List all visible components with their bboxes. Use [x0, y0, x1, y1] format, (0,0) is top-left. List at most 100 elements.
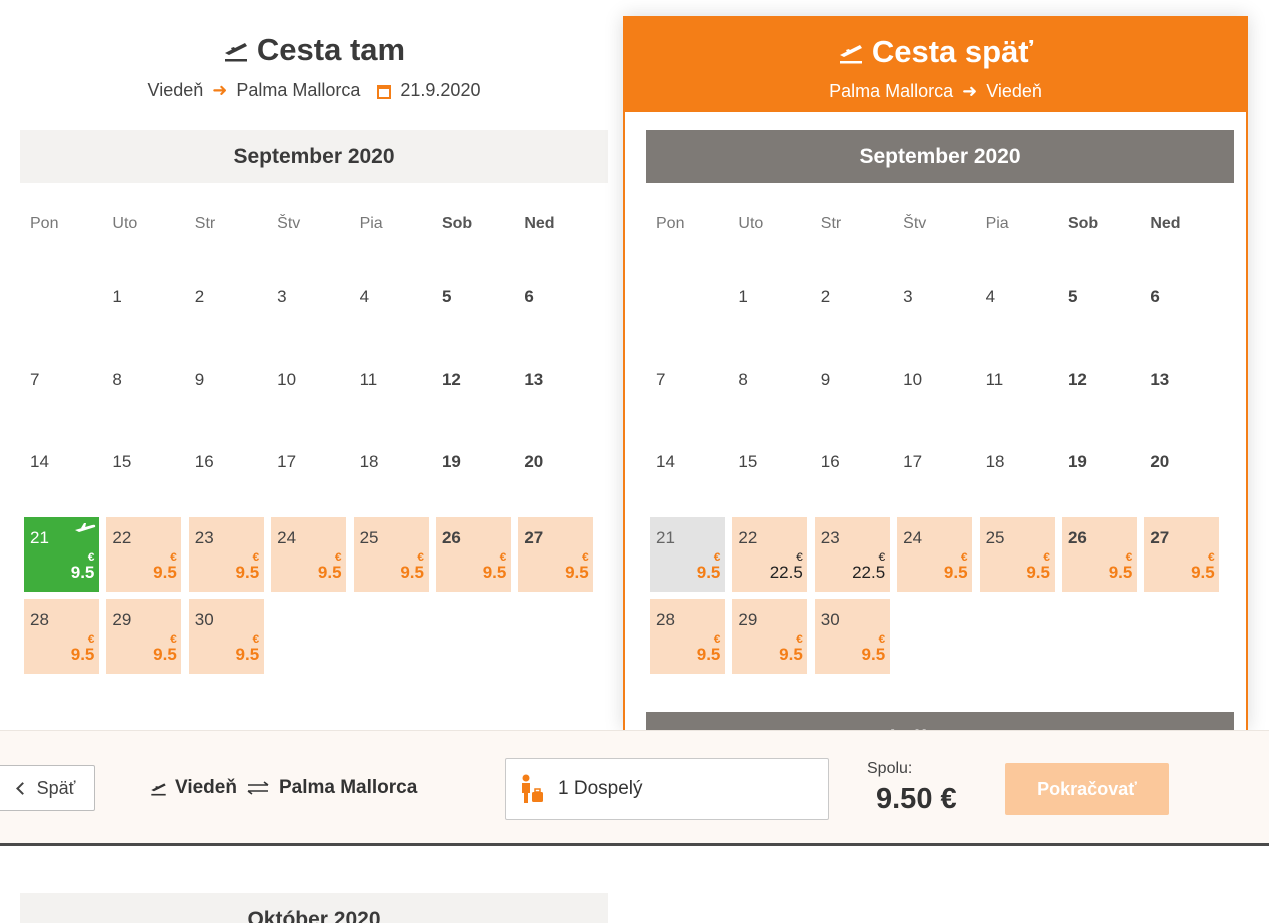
price-day-cell[interactable]: 29 € 9.5 — [728, 595, 810, 678]
day-number: 14 — [30, 452, 49, 471]
back-button[interactable]: Späť — [0, 765, 95, 811]
day-cell: 20 — [514, 430, 596, 513]
price: 9.5 — [400, 562, 424, 582]
weekday-label: Sob — [1067, 215, 1099, 232]
day-cell: 20 — [1140, 430, 1222, 513]
plane-icon — [75, 522, 96, 532]
day-number: 12 — [441, 369, 461, 389]
price-day-cell[interactable]: 28 € 9.5 — [646, 595, 728, 678]
price-day-cell[interactable]: 27 € 9.5 — [514, 513, 596, 596]
day-number: 30 — [194, 610, 214, 629]
day-number: 7 — [30, 369, 40, 389]
price: 9.5 — [317, 562, 342, 582]
day-number: 18 — [985, 452, 1005, 471]
price: 9.5 — [943, 562, 968, 582]
day-number: 15 — [112, 452, 132, 471]
day-cell: 19 — [432, 430, 514, 513]
price: 9.5 — [779, 645, 803, 664]
weekday-label: Sob — [441, 215, 473, 232]
calendar-week: 1 2 3 4 5 6 — [646, 265, 1234, 348]
weekday-label: Pon — [30, 215, 59, 232]
weekday-label: Str — [194, 215, 216, 232]
price-day-cell[interactable]: 30 € 9.5 — [185, 595, 267, 678]
price-day-cell[interactable]: 25 € 9.5 — [976, 513, 1058, 596]
calendar-week: 21 € 9.5 22 € 22.5 23 € 22.5 24 € 9.5 25… — [646, 513, 1234, 596]
day-cell: 19 — [1058, 430, 1140, 513]
day-cell: 6 — [514, 265, 596, 348]
day-cell: 10 — [267, 348, 349, 431]
day-number: 19 — [1067, 452, 1087, 471]
day-cell: 8 — [102, 348, 184, 431]
outbound-title: Cesta tam — [223, 32, 405, 68]
passengers-selector[interactable]: 1 Dospelý — [505, 758, 829, 820]
departure-plane-icon — [151, 783, 166, 796]
day-number: 12 — [1067, 369, 1087, 389]
inbound-route: Palma Mallorca ➜ Viedeň — [829, 81, 1042, 102]
weekday-label: Ned — [1150, 215, 1181, 232]
currency: € — [878, 632, 886, 646]
price-day-cell[interactable]: 22 € 22.5 — [728, 513, 810, 596]
price-day-cell[interactable]: 29 € 9.5 — [102, 595, 184, 678]
day-cell: 2 — [185, 265, 267, 348]
day-number: 2 — [194, 287, 205, 306]
price: 22.5 — [852, 562, 886, 582]
day-number: 23 — [194, 527, 214, 547]
price-day-cell[interactable]: 28 € 9.5 — [20, 595, 102, 678]
day-number: 14 — [656, 452, 675, 471]
weekday-label: Pon — [656, 215, 685, 232]
booking-footer: Späť Viedeň Palma Mallorca 1 Dospelý Spo… — [0, 730, 1269, 846]
day-cell: 18 — [350, 430, 432, 513]
price-day-cell[interactable]: 24 € 9.5 — [267, 513, 349, 596]
day-number: 24 — [277, 527, 297, 547]
day-number: 16 — [194, 452, 214, 471]
weekday-header: Pon Uto Str Štv Pia Sob Ned — [646, 183, 1234, 265]
day-cell: 7 — [20, 348, 102, 431]
price: 9.5 — [70, 645, 95, 664]
day-cell: 12 — [432, 348, 514, 431]
price-day-cell[interactable]: 25 € 9.5 — [350, 513, 432, 596]
price-day-cell[interactable]: 26 € 9.5 — [1058, 513, 1140, 596]
weekday-label: Uto — [738, 215, 764, 232]
price-day-cell[interactable]: 27 € 9.5 — [1140, 513, 1222, 596]
day-cell: 16 — [811, 430, 893, 513]
outbound-header: Cesta tam Viedeň ➜ Palma Mallorca 21.9.2… — [20, 0, 608, 112]
outbound-to: Palma Mallorca — [236, 80, 361, 100]
day-number: 15 — [738, 452, 758, 471]
day-number: 10 — [903, 369, 923, 389]
day-number: 4 — [985, 287, 996, 306]
price: 9.5 — [1191, 562, 1215, 582]
price-day-cell[interactable]: 23 € 22.5 — [811, 513, 893, 596]
price: 9.5 — [482, 562, 507, 582]
calendar-week: 28 € 9.5 29 € 9.5 30 € 9.5 — [20, 595, 608, 678]
price-day-cell[interactable]: 22 € 9.5 — [102, 513, 184, 596]
day-number: 6 — [1150, 287, 1160, 306]
day-number: 29 — [738, 610, 758, 629]
total-label: Spolu: — [867, 760, 913, 777]
outbound-month-title: September 2020 — [20, 130, 608, 183]
day-number: 13 — [524, 369, 544, 389]
chevron-left-icon — [15, 781, 29, 795]
arrow-right-icon: ➜ — [212, 80, 228, 100]
calendar-icon — [377, 84, 392, 99]
route-summary: Viedeň Palma Mallorca — [150, 777, 417, 799]
day-number: 28 — [30, 610, 49, 629]
day-number: 20 — [524, 452, 544, 471]
price-day-cell[interactable]: 24 € 9.5 — [893, 513, 975, 596]
price-day-cell[interactable]: 23 € 9.5 — [185, 513, 267, 596]
day-number: 5 — [1067, 287, 1078, 306]
day-number: 19 — [441, 452, 461, 471]
continue-button[interactable]: Pokračovať — [1005, 763, 1169, 815]
price-day-cell[interactable]: 26 € 9.5 — [432, 513, 514, 596]
selected-day-cell[interactable]: 21 € 9.5 — [20, 513, 102, 596]
weekday-label: Štv — [903, 215, 927, 232]
day-cell: 13 — [514, 348, 596, 431]
outbound-from: Viedeň — [147, 80, 204, 100]
day-number: 26 — [1067, 527, 1087, 547]
day-cell: 12 — [1058, 348, 1140, 431]
inbound-panel: Cesta späť Palma Mallorca ➜ Viedeň Septe… — [623, 16, 1248, 742]
currency: € — [1125, 549, 1133, 564]
price-day-cell[interactable]: 30 € 9.5 — [811, 595, 893, 678]
price: 9.5 — [696, 562, 721, 582]
calendar-week: 14 15 16 17 18 19 20 — [646, 430, 1234, 513]
currency: € — [878, 549, 886, 564]
